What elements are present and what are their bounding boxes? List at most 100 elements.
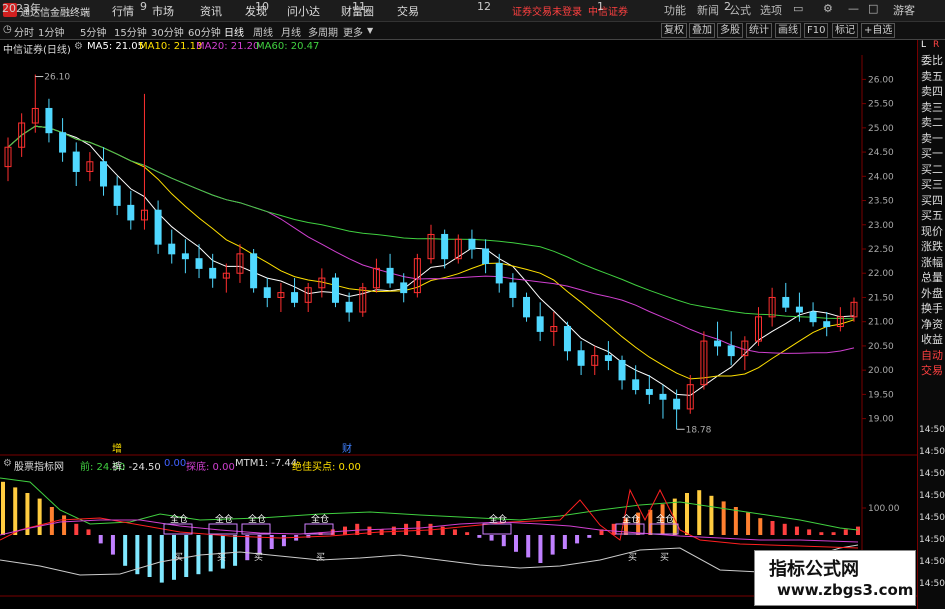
candle-body — [154, 209, 162, 245]
trade-time: 14:50 — [919, 491, 945, 501]
indicator-bar — [758, 518, 763, 535]
price-tick-label: 23.50 — [868, 197, 894, 207]
time-axis-label: 2023年 — [2, 2, 41, 15]
event-marker-finance[interactable]: 财 — [342, 442, 352, 455]
indicator-bar — [575, 535, 580, 544]
price-tick-label: 24.50 — [868, 148, 894, 158]
indicator-bar — [367, 526, 372, 535]
signal-label: 全仓 — [489, 513, 507, 525]
quote-label: 卖一 — [921, 131, 943, 145]
indicator-bar — [526, 535, 531, 558]
panel-toggle-r[interactable]: R — [930, 40, 939, 51]
indicator-bar — [770, 521, 775, 535]
price-tick-label: 21.50 — [868, 293, 894, 303]
candle-body — [345, 301, 353, 313]
price-tick-label: 24.00 — [868, 172, 894, 182]
candle-body — [195, 258, 203, 269]
indicator-bar — [269, 535, 274, 549]
signal-label: 全仓 — [215, 513, 233, 525]
candle-body — [809, 311, 817, 323]
candle-body — [618, 359, 626, 381]
quote-label: 外盘 — [921, 286, 943, 300]
candle-body — [604, 355, 612, 361]
quote-label: 卖四 — [921, 85, 943, 98]
price-tick-label: 19.50 — [868, 390, 894, 400]
indicator-bar — [514, 535, 518, 552]
price-tick-label: 20.00 — [868, 366, 894, 376]
indicator-bar — [391, 526, 396, 535]
candle-body — [45, 107, 53, 134]
buy-mark: 买 — [628, 552, 637, 563]
candle-body — [250, 253, 258, 289]
quote-label: 卖二 — [921, 116, 943, 129]
signal-label: 全仓 — [622, 513, 640, 525]
candle-body — [577, 350, 585, 366]
indicator-bar — [37, 498, 42, 535]
quote-label: 涨幅 — [921, 255, 943, 269]
candle-body — [563, 326, 571, 352]
mtm-line — [0, 544, 859, 576]
time-axis-label: 2 — [724, 0, 731, 13]
candle-body — [645, 389, 653, 395]
indicator-bar — [62, 515, 67, 535]
indicator-bar — [697, 490, 702, 535]
candle-body — [727, 345, 735, 357]
quote-side-panel: L R 委比 卖五 卖四 卖三 卖二 卖一 买一 买二 买三 买四 买五 现价 涨跌 涨幅 总量 外盘 换手 净资… — [917, 40, 945, 609]
time-axis-label: 12 — [477, 0, 491, 13]
indicator-bar — [794, 526, 799, 535]
indicator-bar — [831, 532, 836, 535]
price-tick-label: 26.00 — [868, 75, 894, 85]
candle-body — [495, 263, 503, 284]
time-axis-label: 10 — [255, 0, 269, 13]
indicator-bar — [746, 512, 751, 535]
event-marker-increase[interactable]: 增 — [112, 442, 122, 455]
ma-line-MA60 — [7, 125, 855, 320]
quote-label[interactable]: 自动 — [918, 348, 945, 364]
trade-time: 14:50 — [919, 513, 945, 523]
indicator-bar — [74, 523, 79, 535]
quote-label[interactable]: 交易 — [918, 363, 945, 379]
red-line — [0, 488, 859, 549]
candle-body — [523, 296, 531, 318]
price-tick-label: 22.50 — [868, 245, 894, 255]
trade-time: 14:50 — [919, 579, 945, 589]
indicator-bar — [208, 535, 213, 572]
candle-body — [673, 398, 681, 410]
time-axis-label: 1 — [597, 0, 604, 13]
indicator-bar — [465, 532, 470, 535]
quote-label: 涨跌 — [921, 240, 943, 253]
price-tick-label: 19.00 — [868, 415, 894, 425]
candle-body — [100, 161, 108, 187]
candle-body — [168, 243, 176, 255]
indicator-bar — [49, 507, 54, 535]
candle-body — [441, 233, 449, 260]
candle-body — [714, 340, 722, 347]
indicator-bar — [245, 535, 250, 561]
quote-label: 买二 — [921, 162, 943, 176]
quote-label: 总量 — [921, 271, 943, 284]
buy-mark: 买 — [254, 552, 263, 563]
candle-body — [113, 185, 121, 206]
indicator-bar — [404, 523, 409, 535]
indicator-bar — [477, 535, 482, 538]
high-price-label: 26.10 — [44, 73, 70, 83]
price-tick-label: 25.50 — [868, 100, 894, 110]
signal-label: 全仓 — [311, 513, 329, 525]
indicator-bar — [733, 507, 738, 535]
indicator-bar — [147, 535, 152, 577]
indicator-bar — [611, 523, 616, 535]
signal-label: 全仓 — [248, 513, 266, 525]
indicator-bar — [452, 529, 457, 535]
indicator-bar — [709, 495, 714, 535]
candle-body — [209, 267, 217, 279]
indicator-bar — [220, 535, 225, 569]
quote-label: 净资 — [921, 317, 943, 331]
quote-label: 收益 — [921, 333, 943, 346]
quote-label: 买一 — [921, 147, 943, 160]
time-axis-label: 11 — [352, 0, 366, 13]
signal-label: 全仓 — [170, 513, 188, 525]
candle-body — [291, 292, 299, 303]
price-tick-label: 25.00 — [868, 124, 894, 134]
watermark-title: 指标公式网 — [769, 559, 859, 580]
stock-chart[interactable]: 26.00 25.50 25.00 24.50 24.00 23.50 23.00 22.50… — [0, 0, 945, 609]
